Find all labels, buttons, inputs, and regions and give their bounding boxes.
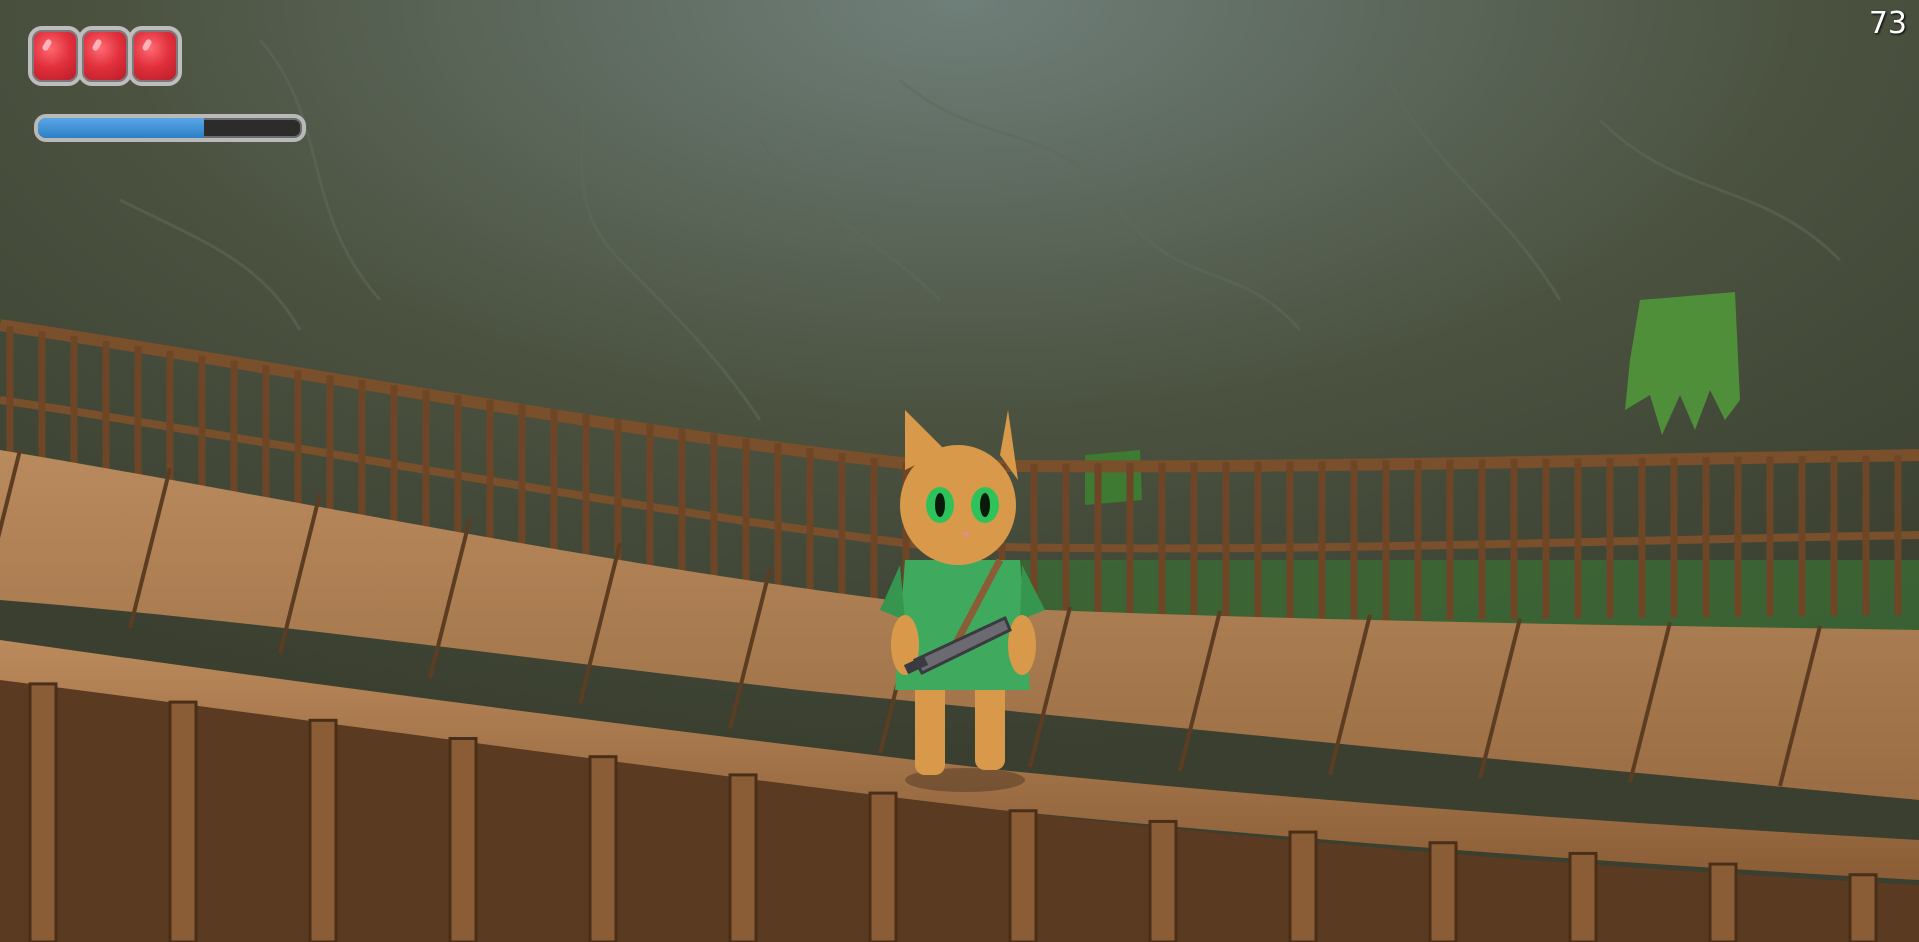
near-baluster — [168, 700, 198, 942]
near-baluster — [448, 737, 478, 942]
fps-counter: 73 — [1868, 6, 1907, 41]
near-baluster — [868, 791, 898, 942]
near-baluster — [28, 682, 58, 942]
cat-right-leg — [975, 680, 1005, 770]
near-baluster — [1288, 830, 1318, 942]
near-baluster — [1148, 819, 1178, 942]
near-baluster — [1848, 873, 1878, 942]
heart-icon — [128, 26, 182, 86]
stamina-bar-fill — [38, 118, 205, 138]
heart-icon — [78, 26, 132, 86]
stamina-bar — [34, 114, 306, 142]
near-baluster — [1428, 841, 1458, 942]
heart-icon — [28, 26, 82, 86]
near-baluster — [1568, 851, 1598, 942]
health-hearts — [28, 26, 182, 86]
near-baluster — [308, 718, 338, 942]
near-baluster — [1008, 809, 1038, 942]
near-baluster — [588, 755, 618, 942]
near-baluster — [728, 773, 758, 942]
near-baluster — [1708, 862, 1738, 942]
